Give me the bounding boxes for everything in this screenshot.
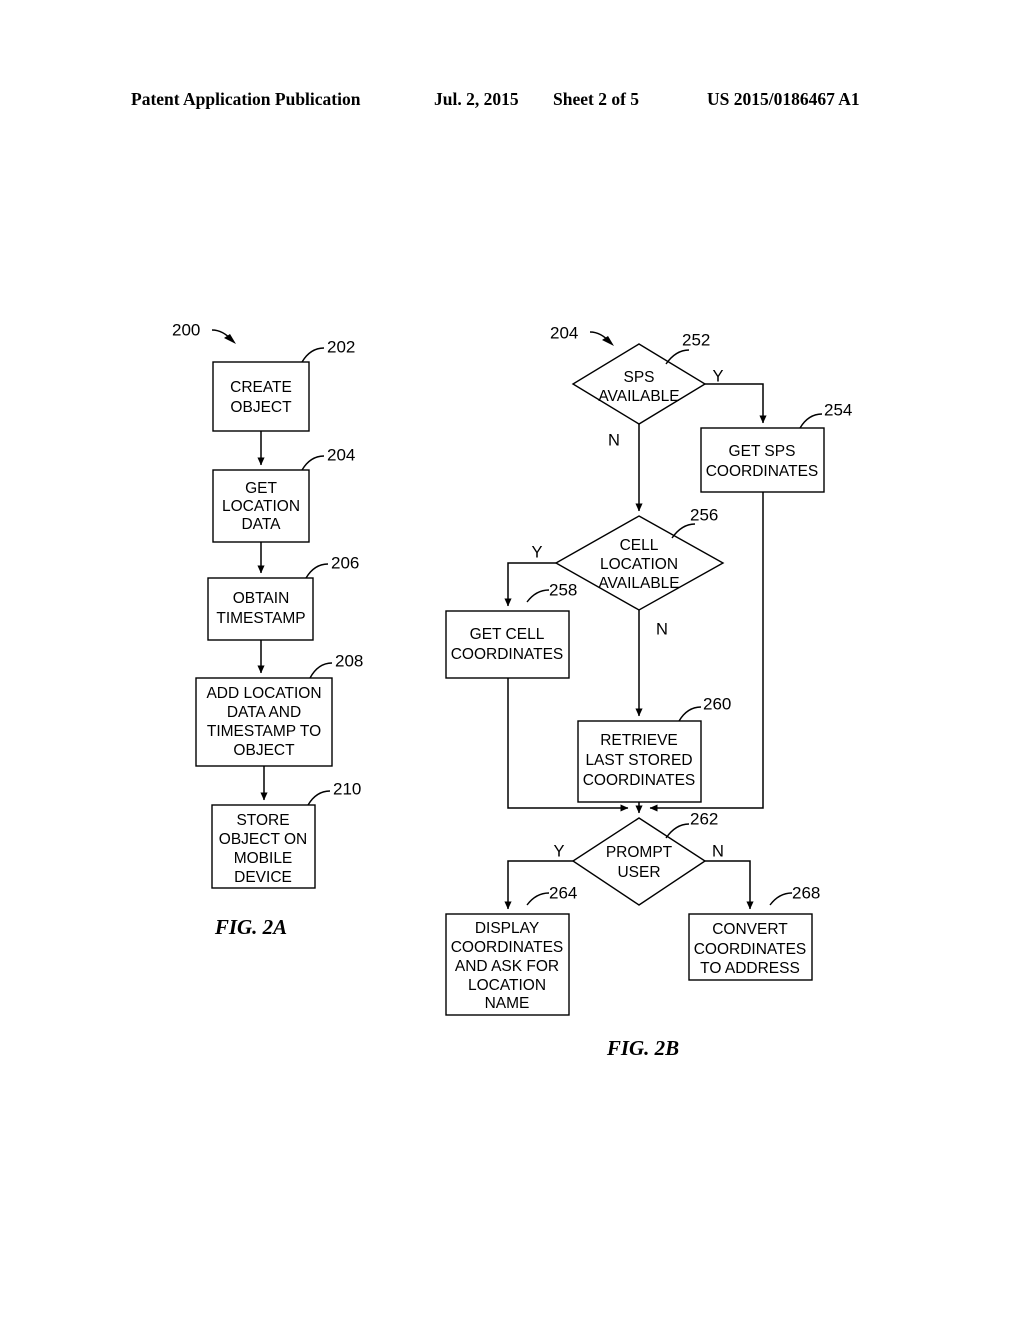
node-210-label-line1: STORE	[236, 812, 289, 829]
node-252-branch-yes: Y	[712, 367, 723, 385]
node-258-ref-number: 258	[549, 580, 577, 599]
fig2a-flow-reference-number: 200	[172, 320, 200, 339]
node-206-label-line2: TIMESTAMP	[216, 610, 305, 627]
node-268-label-line3: TO ADDRESS	[700, 960, 800, 977]
node-260-label-line2: LAST STORED	[585, 752, 692, 769]
node-210-leader	[307, 790, 331, 806]
node-202-label-line2: OBJECT	[230, 399, 292, 416]
node-254-label-line1: GET SPS	[729, 443, 796, 460]
node-202-ref-number: 202	[327, 337, 355, 356]
figure-2a: 200 CREATE OBJECT 202 GET LOCATION DATA …	[172, 320, 363, 938]
node-206-leader	[305, 563, 329, 579]
node-264-label-line4: LOCATION	[468, 977, 546, 994]
node-204-leader	[301, 455, 325, 471]
node-260-leader	[678, 706, 702, 722]
node-208-label-line2: DATA AND	[227, 704, 301, 721]
node-208-label-line4: OBJECT	[233, 742, 295, 759]
node-252-ref-number: 252	[682, 330, 710, 349]
node-256-label-line2: LOCATION	[600, 556, 678, 573]
connector-252-yes-to-254	[705, 383, 767, 424]
node-206-obtain-timestamp	[207, 577, 314, 641]
node-262-label-line1: PROMPT	[606, 844, 673, 861]
node-256-label-line3: AVAILABLE	[598, 575, 679, 592]
node-258-get-cell-coordinates	[445, 610, 570, 679]
node-264-label-line2: COORDINATES	[451, 939, 564, 956]
node-206-ref-number: 206	[331, 553, 359, 572]
figure-2b: 204 SPS AVAILABLE 252 Y N GET SPS COORDI…	[445, 323, 852, 1060]
node-208-label-line1: ADD LOCATION	[206, 685, 321, 702]
node-262-branch-no: N	[712, 842, 724, 860]
fig2b-caption: FIG. 2B	[606, 1036, 679, 1060]
node-268-label-line2: COORDINATES	[694, 941, 807, 958]
node-252-label-line1: SPS	[623, 369, 654, 386]
node-264-label-line3: AND ASK FOR	[455, 958, 559, 975]
node-262-leader	[665, 823, 690, 839]
node-204-label-line2: LOCATION	[222, 498, 300, 515]
node-208-ref-number: 208	[335, 651, 363, 670]
node-262-ref-number: 262	[690, 809, 718, 828]
node-210-label-line4: DEVICE	[234, 869, 292, 886]
node-254-label-line2: COORDINATES	[706, 463, 819, 480]
node-256-ref-number: 256	[690, 505, 718, 524]
node-204-label-line3: DATA	[241, 516, 281, 533]
node-252-branch-no: N	[608, 431, 620, 449]
node-262-prompt-user	[571, 817, 707, 906]
node-254-leader	[799, 413, 823, 429]
node-256-label-line1: CELL	[620, 537, 659, 554]
node-258-leader	[526, 589, 550, 603]
node-204-label-line1: GET	[245, 480, 277, 497]
node-268-ref-number: 268	[792, 883, 820, 902]
node-204-ref-number: 204	[327, 445, 355, 464]
node-252-label-line2: AVAILABLE	[598, 388, 679, 405]
patent-drawing-sheet: 200 CREATE OBJECT 202 GET LOCATION DATA …	[0, 0, 1024, 1320]
node-210-label-line2: OBJECT ON	[219, 831, 307, 848]
node-202-leader	[301, 347, 325, 363]
fig2a-caption: FIG. 2A	[214, 915, 287, 939]
node-262-branch-yes: Y	[553, 842, 564, 860]
node-264-label-line1: DISPLAY	[475, 920, 539, 937]
node-254-ref-number: 254	[824, 400, 852, 419]
node-208-label-line3: TIMESTAMP TO	[207, 723, 321, 740]
node-258-label-line1: GET CELL	[470, 626, 545, 643]
node-258-label-line2: COORDINATES	[451, 646, 564, 663]
node-260-label-line1: RETRIEVE	[600, 732, 678, 749]
node-264-label-line5: NAME	[485, 995, 530, 1012]
node-206-label-line1: OBTAIN	[233, 590, 290, 607]
node-210-ref-number: 210	[333, 779, 361, 798]
node-264-leader	[526, 892, 550, 906]
node-268-label-line1: CONVERT	[712, 921, 788, 938]
node-202-label-line1: CREATE	[230, 379, 292, 396]
node-260-label-line3: COORDINATES	[583, 772, 696, 789]
node-264-ref-number: 264	[549, 883, 577, 902]
node-202-create-object	[212, 361, 310, 432]
connector-262-no-to-268	[705, 860, 754, 910]
fig2b-flow-reference-number: 204	[550, 323, 578, 342]
node-208-leader	[309, 662, 333, 679]
node-256-branch-yes: Y	[531, 543, 542, 561]
node-268-leader	[769, 892, 793, 906]
node-256-branch-no: N	[656, 620, 668, 638]
node-262-label-line2: USER	[617, 864, 660, 881]
node-210-label-line3: MOBILE	[234, 850, 293, 867]
node-260-ref-number: 260	[703, 694, 731, 713]
